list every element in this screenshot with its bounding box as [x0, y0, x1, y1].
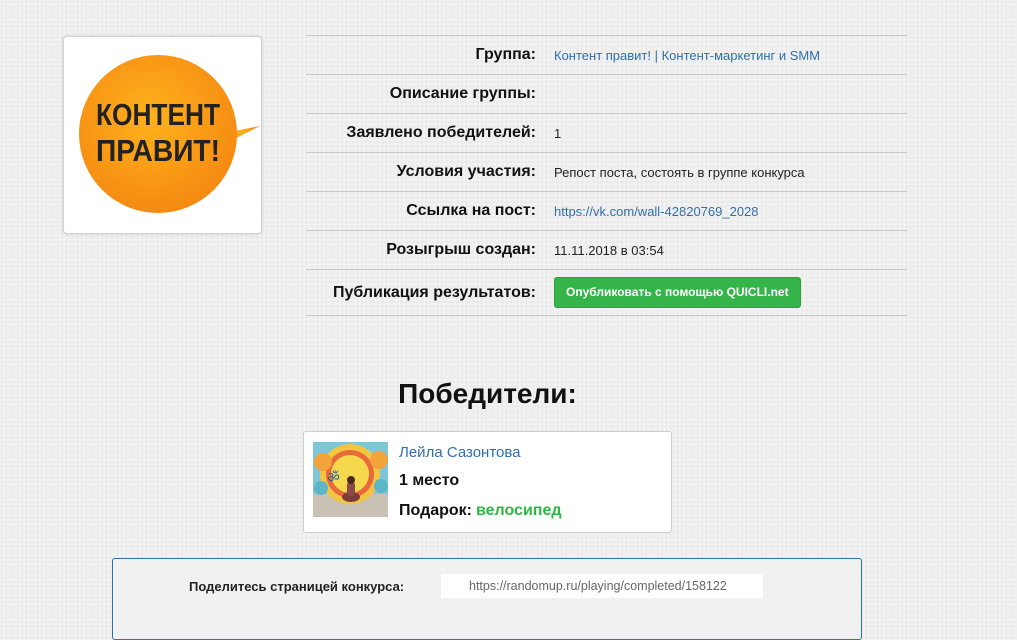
description-label: Описание группы:	[389, 85, 536, 102]
speech-bubble-logo: КОНТЕНТ ПРАВИТ!	[79, 55, 260, 213]
info-row-group: Группа: Контент правит! | Контент-маркет…	[306, 36, 907, 75]
info-row-created: Розыгрыш создан: 11.11.2018 в 03:54	[306, 231, 907, 270]
share-label: Поделитесь страницей конкурса:	[189, 579, 405, 594]
publish-button[interactable]: Опубликовать с помощью QUICLI.net	[554, 277, 801, 308]
info-row-publish: Публикация результатов: Опубликовать с п…	[306, 270, 907, 316]
svg-text:ॐ: ॐ	[327, 470, 340, 486]
contest-info-table: Группа: Контент правит! | Контент-маркет…	[306, 35, 907, 316]
winner-card: ॐ Лейла Сазонтова 1 место Подарок: велоси…	[303, 431, 672, 533]
logo-text-line2: ПРАВИТ!	[96, 133, 220, 168]
winner-photo-image: ॐ	[313, 442, 388, 517]
logo-text-line1: КОНТЕНТ	[96, 97, 220, 132]
created-label: Розыгрыш создан:	[386, 241, 536, 258]
share-box: Поделитесь страницей конкурса:	[112, 558, 862, 640]
post-link-label: Ссылка на пост:	[406, 202, 536, 219]
winner-name-link[interactable]: Лейла Сазонтова	[399, 444, 521, 461]
winner-prize: Подарок: велосипед	[399, 502, 562, 520]
group-label: Группа:	[475, 46, 536, 63]
info-row-description: Описание группы:	[306, 75, 907, 114]
winner-avatar[interactable]: ॐ	[313, 442, 388, 517]
post-link[interactable]: https://vk.com/wall-42820769_2028	[554, 204, 759, 219]
group-logo[interactable]: КОНТЕНТ ПРАВИТ!	[63, 36, 262, 234]
winners-declared-value: 1	[554, 125, 562, 141]
winner-place: 1 место	[399, 472, 460, 489]
winners-declared-label: Заявлено победителей:	[346, 124, 536, 141]
prize-value: велосипед	[476, 502, 562, 519]
created-value: 11.11.2018 в 03:54	[554, 242, 664, 258]
group-link[interactable]: Контент правит! | Контент-маркетинг и SM…	[554, 48, 820, 63]
info-row-winners-declared: Заявлено победителей: 1	[306, 114, 907, 153]
winners-heading: Победители:	[398, 378, 577, 409]
conditions-label: Условия участия:	[396, 163, 536, 180]
conditions-value: Репост поста, состоять в группе конкурса	[554, 164, 805, 180]
publish-label: Публикация результатов:	[332, 283, 536, 301]
share-url-input[interactable]	[441, 574, 763, 598]
info-row-conditions: Условия участия: Репост поста, состоять …	[306, 153, 907, 192]
info-row-post-link: Ссылка на пост: https://vk.com/wall-4282…	[306, 192, 907, 231]
prize-label: Подарок:	[399, 502, 472, 519]
